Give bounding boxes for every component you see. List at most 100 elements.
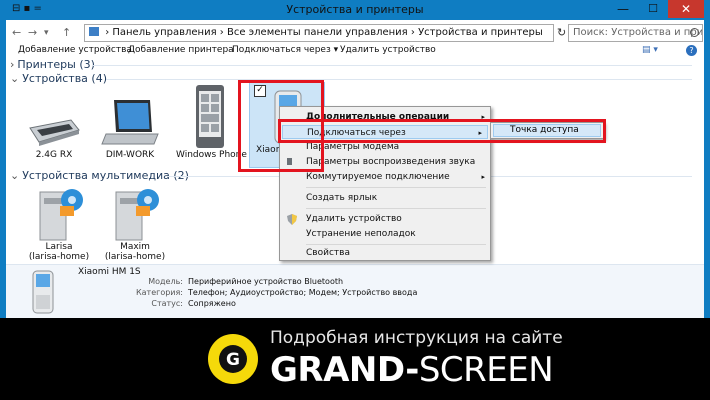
media-device-name: Larisa <box>45 242 73 252</box>
add-printer-button[interactable]: Добавление принтера <box>128 45 234 55</box>
chevron-down-icon: ⌄ <box>10 72 20 85</box>
group-divider <box>106 79 692 80</box>
refresh-icon[interactable]: ↻ <box>557 26 566 39</box>
menu-separator <box>306 187 486 188</box>
menu-item-more-operations[interactable]: Дополнительные операции ▸ <box>280 110 490 124</box>
add-device-button[interactable]: Добавление устройства <box>18 45 132 55</box>
help-icon[interactable]: ? <box>686 45 697 56</box>
banner-tagline: Подробная инструкция на сайте <box>270 328 563 348</box>
group-multimedia-label: Устройства мультимедиа (2) <box>22 169 189 182</box>
device-item[interactable]: DIM-WORK <box>98 94 162 160</box>
speaker-icon <box>287 158 292 165</box>
menu-item-connect-via[interactable]: Подключаться через ▸ <box>282 125 488 139</box>
group-printers-label: Принтеры (3) <box>17 58 95 71</box>
details-value: Периферийное устройство Bluetooth <box>188 277 344 286</box>
minimize-button[interactable]: — <box>608 0 638 18</box>
connect-via-button[interactable]: Подключаться через ▾ <box>232 45 338 55</box>
brand-light: SCREEN <box>418 350 554 390</box>
address-bar-row: ← → ▾ ↑ › Панель управления › Все элемен… <box>6 22 704 44</box>
submenu-item-access-point[interactable]: Точка доступа <box>493 124 601 137</box>
brand-dash: - <box>405 350 419 390</box>
feature-phone-icon <box>32 270 54 314</box>
title-bar: ⊟ ▪ = Устройства и принтеры — ☐ ✕ <box>6 0 704 20</box>
breadcrumb-devices-printers[interactable]: Устройства и принтеры <box>418 27 543 38</box>
details-device-name: Xiaomi HM 1S <box>78 267 141 277</box>
device-label: Windows Phone <box>176 150 247 160</box>
chevron-right-icon: › <box>10 58 15 71</box>
menu-item-properties[interactable]: Свойства <box>280 246 490 260</box>
menu-item-sound-settings[interactable]: Параметры воспроизведения звука <box>280 155 490 169</box>
details-pane: Xiaomi HM 1S Модель: Периферийное устрой… <box>6 264 704 318</box>
group-multimedia[interactable]: ⌄ Устройства мультимедиа (2) <box>10 169 189 182</box>
menu-item-label: Удалить устройство <box>306 214 402 224</box>
brand-bold: GRAND <box>270 350 406 390</box>
details-key: Модель: <box>148 277 183 286</box>
breadcrumb-sep: › <box>219 27 224 38</box>
chevron-down-icon: ⌄ <box>10 169 20 182</box>
chevron-right-icon: ▸ <box>481 173 485 181</box>
menu-item-label: Параметры модема <box>306 142 400 152</box>
banner-brand: GRAND-SCREEN <box>270 350 554 390</box>
breadcrumb-sep: › <box>105 27 110 38</box>
maximize-button[interactable]: ☐ <box>638 0 668 18</box>
windows-phone-icon <box>196 85 224 148</box>
group-devices[interactable]: ⌄ Устройства (4) <box>10 72 107 85</box>
media-device-host: (larisa-home) <box>28 252 90 262</box>
search-input[interactable]: Поиск: Устройства и прин... <box>568 24 703 42</box>
remove-device-button[interactable]: Удалить устройство <box>340 45 436 55</box>
details-key: Категория: <box>135 288 183 297</box>
details-value: Сопряжено <box>188 299 236 308</box>
menu-item-label: Подключаться через <box>307 128 406 138</box>
media-server-icon <box>39 189 83 241</box>
menu-item-create-shortcut[interactable]: Создать ярлык <box>280 191 490 205</box>
grand-screen-logo-icon: G <box>208 334 258 384</box>
submenu-item-label: Точка доступа <box>510 125 579 135</box>
media-device-name: Maxim <box>120 242 150 252</box>
checkbox-checked-icon[interactable]: ✓ <box>254 85 266 97</box>
shield-icon <box>287 214 297 225</box>
menu-separator <box>306 208 486 209</box>
details-value: Телефон; Аудиоустройство; Модем; Устройс… <box>188 288 418 297</box>
command-bar: Добавление устройства Добавление принтер… <box>6 44 704 58</box>
breadcrumb-control-panel[interactable]: Панель управления <box>112 27 216 38</box>
forward-arrow-icon[interactable]: → <box>28 26 37 39</box>
menu-separator <box>306 244 486 245</box>
menu-item-dialup[interactable]: Коммутируемое подключение ▸ <box>280 170 490 184</box>
menu-item-modem-settings[interactable]: Параметры модема <box>280 140 490 154</box>
submenu: Точка доступа <box>490 122 604 139</box>
device-item[interactable]: Windows Phone <box>176 84 247 160</box>
chevron-down-icon: ▾ <box>333 45 339 55</box>
media-device-item[interactable]: Maxim (larisa-home) <box>102 186 168 262</box>
device-item[interactable]: 2.4G RX <box>24 102 84 160</box>
search-icon[interactable] <box>690 28 699 37</box>
menu-item-label: Устранение неполадок <box>306 229 416 239</box>
menu-item-troubleshoot[interactable]: Устранение неполадок <box>280 227 490 241</box>
chevron-right-icon: ▸ <box>478 129 482 137</box>
group-printers[interactable]: › Принтеры (3) <box>10 58 95 71</box>
group-devices-label: Устройства (4) <box>22 72 107 85</box>
recent-locations-dropdown-icon[interactable]: ▾ <box>44 28 49 38</box>
menu-item-label: Создать ярлык <box>306 193 378 203</box>
menu-item-label: Дополнительные операции <box>306 112 450 122</box>
address-box[interactable]: › Панель управления › Все элементы панел… <box>84 24 554 42</box>
close-button[interactable]: ✕ <box>668 0 704 18</box>
up-arrow-icon[interactable]: ↑ <box>62 26 71 39</box>
back-arrow-icon[interactable]: ← <box>12 26 21 39</box>
breadcrumb-all-items[interactable]: Все элементы панели управления <box>227 27 408 38</box>
promo-banner: G Подробная инструкция на сайте GRAND-SC… <box>0 318 710 400</box>
menu-item-label: Свойства <box>306 248 350 258</box>
logo-letter: G <box>226 350 240 370</box>
view-options-icon[interactable]: ▤ ▾ <box>642 45 658 55</box>
menu-item-label: Коммутируемое подключение <box>306 172 450 182</box>
device-label: DIM-WORK <box>105 150 155 160</box>
media-server-icon <box>115 189 159 241</box>
context-menu: Дополнительные операции ▸ Подключаться ч… <box>279 106 491 261</box>
chevron-right-icon: ▸ <box>481 113 485 121</box>
breadcrumb-sep: › <box>410 27 415 38</box>
control-panel-folder-icon <box>89 27 99 36</box>
menu-item-remove-device[interactable]: Удалить устройство <box>280 212 490 226</box>
details-key: Статус: <box>151 299 183 308</box>
media-device-item[interactable]: Larisa (larisa-home) <box>26 186 92 262</box>
connect-via-label: Подключаться через <box>232 45 331 55</box>
search-placeholder: Поиск: Устройства и прин... <box>573 27 703 38</box>
